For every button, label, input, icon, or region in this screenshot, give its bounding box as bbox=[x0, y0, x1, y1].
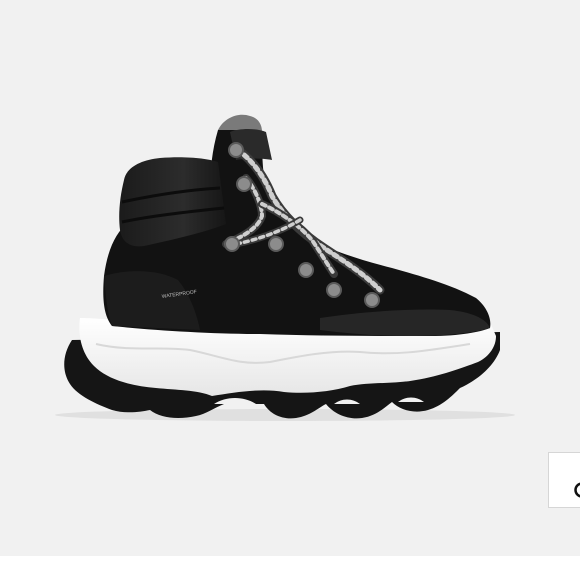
bottom-strip bbox=[0, 556, 580, 580]
search-icon bbox=[574, 482, 580, 498]
boot-image: WATERPROOF bbox=[55, 114, 515, 421]
sock-lining bbox=[218, 114, 262, 132]
product-photo-frame: WATERPROOF bbox=[0, 0, 580, 556]
zoom-button[interactable] bbox=[548, 452, 580, 508]
